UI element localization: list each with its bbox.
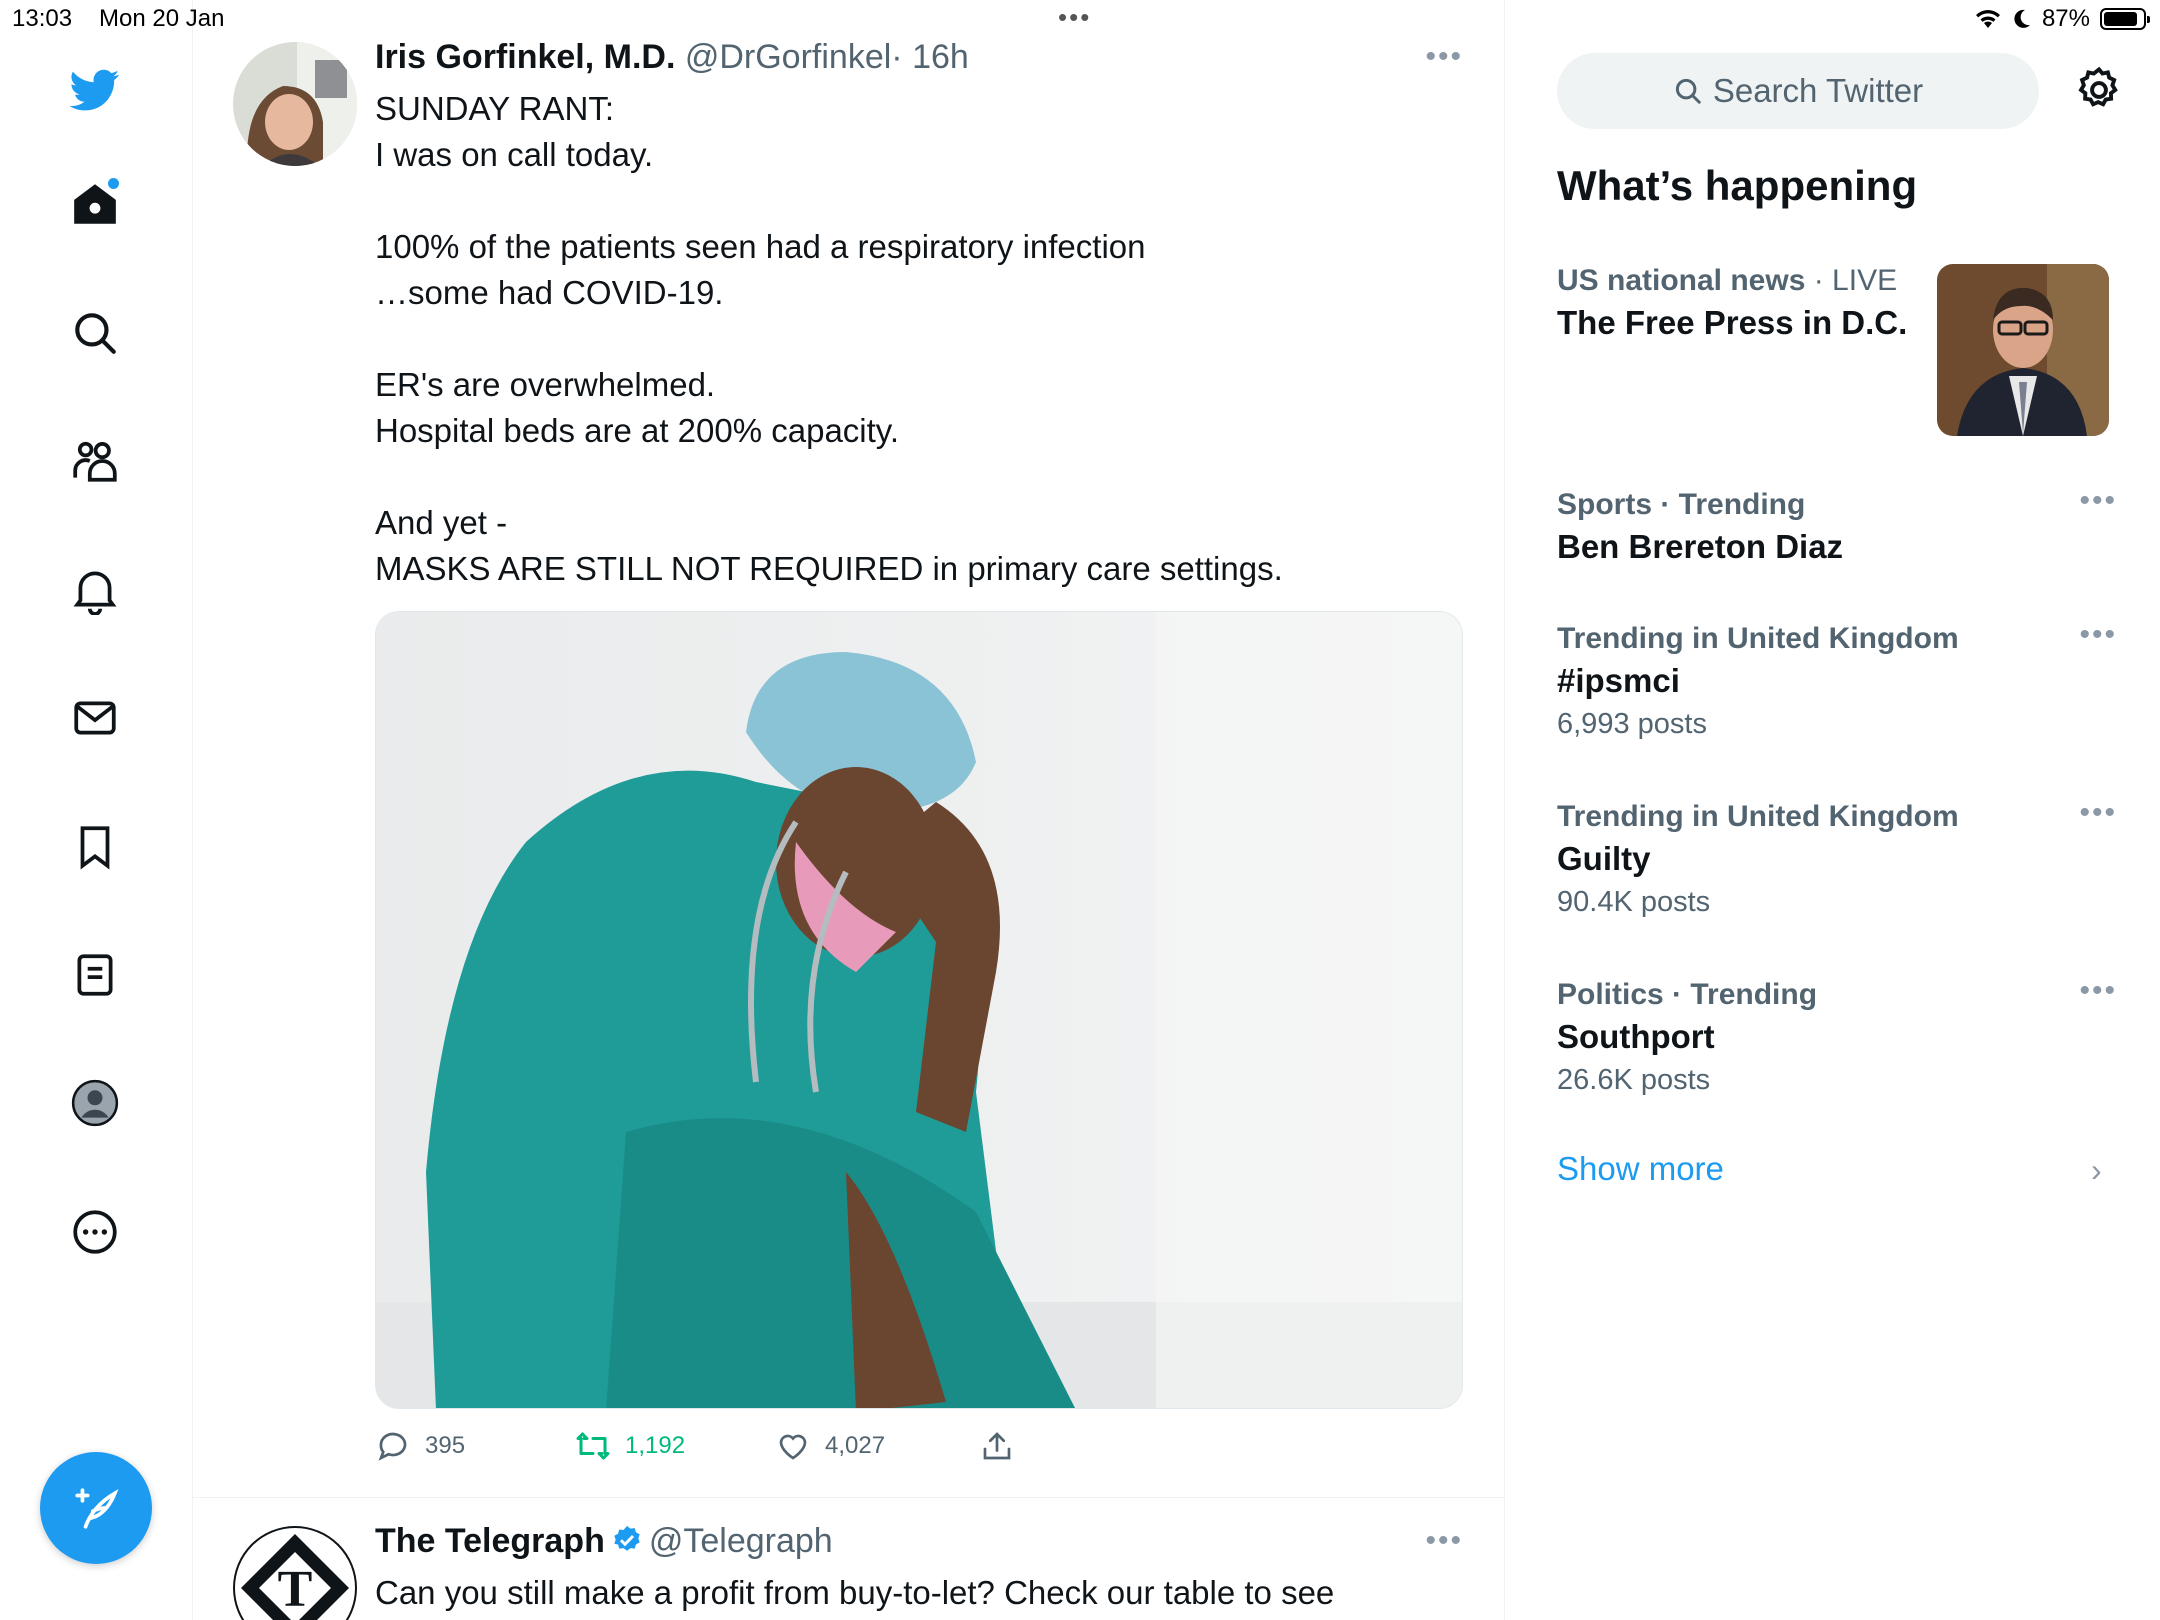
trend-item[interactable]: Trending in United Kingdom Guilty 90.4K … xyxy=(1557,796,2117,919)
trend-item[interactable]: Politics · Trending Southport 26.6K post… xyxy=(1557,974,2117,1097)
multitasking-dots-icon[interactable]: ••• xyxy=(1058,2,1091,33)
moon-icon xyxy=(2014,9,2030,28)
messages-icon[interactable] xyxy=(67,690,123,746)
compose-icon xyxy=(75,1488,119,1529)
status-time: 13:03 xyxy=(12,5,73,32)
battery-percentage: 87% xyxy=(2041,5,2090,32)
trend-more-button[interactable]: ••• xyxy=(2079,484,2117,518)
search-icon[interactable] xyxy=(67,305,123,361)
trend-more-button[interactable]: ••• xyxy=(2079,796,2117,830)
chevron-right-icon[interactable]: › xyxy=(2091,1152,2102,1189)
author-name[interactable]: Iris Gorfinkel, M.D. xyxy=(375,38,675,76)
reply-icon xyxy=(378,1432,407,1461)
profile-icon[interactable] xyxy=(67,1075,123,1131)
like-count: 4,027 xyxy=(825,1432,886,1459)
avatar[interactable] xyxy=(233,42,357,166)
tweet-text: SUNDAY RANT: I was on call today. 100% o… xyxy=(375,90,1283,587)
trend-more-button[interactable]: ••• xyxy=(2079,974,2117,1008)
tweet-more-button[interactable]: ••• xyxy=(1425,40,1463,74)
lists-icon[interactable] xyxy=(67,947,123,1003)
share-button[interactable] xyxy=(979,1428,1015,1464)
tweet-header: Iris Gorfinkel, M.D. @DrGorfinkel· 16h xyxy=(375,38,969,77)
notification-dot xyxy=(108,178,119,189)
share-icon xyxy=(983,1432,1011,1460)
trend-title: The Free Press in D.C. xyxy=(1557,304,1908,341)
status-bar: 13:03 Mon 20 Jan ••• 87% xyxy=(0,0,2160,38)
tweet-actions: 395 1,192 4,027 xyxy=(375,1428,1275,1468)
retweet-icon xyxy=(576,1432,610,1460)
notifications-icon[interactable] xyxy=(67,562,123,618)
search-placeholder: Search Twitter xyxy=(1712,72,1924,109)
search-icon xyxy=(1675,78,1701,104)
left-navigation xyxy=(0,0,193,1620)
tweet-text: Can you still make a profit from buy-to-… xyxy=(375,1574,1335,1611)
like-button[interactable]: 4,027 xyxy=(775,1428,885,1464)
trend-title: Southport xyxy=(1557,1018,1715,1055)
author-handle[interactable]: @DrGorfinkel xyxy=(685,38,891,76)
reply-button[interactable]: 395 xyxy=(375,1428,465,1464)
trend-post-count: 6,993 posts xyxy=(1557,708,1707,740)
trend-more-button[interactable]: ••• xyxy=(2079,618,2117,652)
author-handle[interactable]: @Telegraph xyxy=(649,1522,833,1560)
settings-button[interactable] xyxy=(2073,64,2125,116)
news-thumbnail[interactable] xyxy=(1937,264,2109,436)
reply-count: 395 xyxy=(425,1432,466,1459)
live-label: · LIVE xyxy=(1805,264,1898,297)
tweet-more-button[interactable]: ••• xyxy=(1425,1524,1463,1558)
timeline[interactable]: Iris Gorfinkel, M.D. @DrGorfinkel· 16h •… xyxy=(193,0,1505,1620)
trend-title: Ben Brereton Diaz xyxy=(1557,528,1844,565)
tweet-time[interactable]: · 16h xyxy=(891,38,969,76)
communities-icon[interactable] xyxy=(67,433,123,489)
avatar[interactable]: T xyxy=(233,1526,357,1620)
trend-item[interactable]: Sports · Trending Ben Brereton Diaz ••• xyxy=(1557,484,2117,566)
trend-title: Guilty xyxy=(1557,840,1651,877)
trend-category: Politics · Trending xyxy=(1557,978,1818,1011)
tweet-header: The Telegraph @Telegraph xyxy=(375,1522,833,1561)
author-name[interactable]: The Telegraph xyxy=(375,1522,605,1560)
twitter-logo-icon[interactable] xyxy=(67,62,123,118)
status-indicators: 87% xyxy=(1974,5,2150,33)
trend-post-count: 90.4K posts xyxy=(1557,886,1711,918)
status-date: Mon 20 Jan xyxy=(99,5,225,32)
battery-fill xyxy=(2104,12,2138,26)
more-icon[interactable] xyxy=(67,1204,123,1260)
tweet-image[interactable] xyxy=(375,611,1463,1409)
retweet-count: 1,192 xyxy=(625,1432,686,1459)
trend-item[interactable]: US national news · LIVE The Free Press i… xyxy=(1557,264,1937,342)
wifi-icon xyxy=(1975,10,2000,28)
home-icon[interactable] xyxy=(67,176,123,232)
trend-category: US national news · LIVE xyxy=(1557,264,1898,297)
trend-title: #ipsmci xyxy=(1557,662,1680,699)
svg-text:T: T xyxy=(278,1561,313,1618)
trend-post-count: 26.6K posts xyxy=(1557,1064,1711,1096)
heart-icon xyxy=(779,1434,807,1460)
right-sidebar: Search Twitter What’s happening US natio… xyxy=(1505,0,2160,1620)
trend-category: Trending in United Kingdom xyxy=(1557,800,1959,833)
tweet-divider xyxy=(193,1497,1504,1498)
search-input[interactable]: Search Twitter xyxy=(1557,53,2039,129)
retweet-button[interactable]: 1,192 xyxy=(575,1428,685,1464)
whats-happening-heading: What’s happening xyxy=(1557,162,1918,209)
trend-category: Trending in United Kingdom xyxy=(1557,622,1959,655)
compose-tweet-button[interactable] xyxy=(40,1452,152,1564)
show-more-link[interactable]: Show more xyxy=(1557,1150,1724,1188)
verified-badge-icon xyxy=(614,1526,640,1551)
gear-icon xyxy=(2078,66,2118,107)
trend-item[interactable]: Trending in United Kingdom #ipsmci 6,993… xyxy=(1557,618,2117,741)
trend-category: Sports · Trending xyxy=(1557,488,1806,521)
battery-icon xyxy=(2100,8,2150,30)
bookmarks-icon[interactable] xyxy=(67,819,123,875)
